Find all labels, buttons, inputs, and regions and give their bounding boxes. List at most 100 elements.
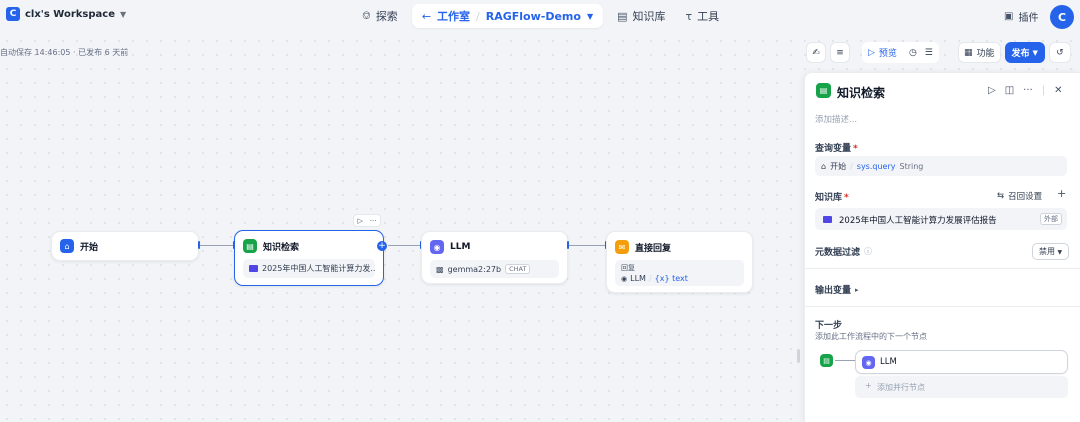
output-variables-toggle[interactable]: 输出变量 ▸ <box>815 283 859 297</box>
grid-icon: ▦ <box>964 47 973 58</box>
plugins-button[interactable]: ▣ 插件 <box>1004 9 1038 24</box>
app-name[interactable]: RAGFlow-Demo <box>486 10 581 23</box>
separator: | <box>1041 85 1046 96</box>
next-step-connector <box>835 360 855 361</box>
separator: / <box>648 274 652 283</box>
features-label: 功能 <box>976 49 995 59</box>
edge-knowledge-llm <box>388 245 421 246</box>
plus-icon: + <box>865 381 872 390</box>
main-nav: ⎊ 探索 ← 工作室 / RAGFlow-Demo ▼ ▤ 知识库 τ 工具 <box>352 4 729 28</box>
publish-button[interactable]: 发布 ▼ <box>1004 42 1045 63</box>
folder-icon <box>249 265 258 272</box>
nav-knowledge[interactable]: ▤ 知识库 <box>607 4 675 28</box>
workspace-logo: C <box>6 7 20 21</box>
add-node-icon[interactable]: + <box>377 241 387 251</box>
metadata-filter-select[interactable]: 禁用 ▼ <box>1032 243 1070 260</box>
workspace-switcher[interactable]: C clx's Workspace ▼ <box>6 7 126 21</box>
edge-start-knowledge <box>199 245 235 246</box>
nav-explore-label: 探索 <box>375 10 398 23</box>
publish-label: 发布 <box>1011 49 1030 59</box>
divider <box>805 268 1080 269</box>
kb-item-name: 2025年中国人工智能计算力发展评估报告 <box>839 216 997 226</box>
features-button[interactable]: ▦ 功能 <box>958 42 1001 63</box>
node-answer-body: 回复 ◉ LLM / {x} text <box>615 260 744 286</box>
play-icon: ▷ <box>868 47 875 58</box>
info-icon: ⓘ <box>864 247 873 256</box>
chevron-down-icon: ▼ <box>120 9 127 19</box>
dataset-name: 2025年中国人工智能计算力发... <box>262 264 375 273</box>
query-variable-text: 查询变量 <box>815 144 852 154</box>
panel-resize-handle[interactable] <box>797 349 800 363</box>
plugins-label: 插件 <box>1018 13 1039 24</box>
chevron-down-icon: ▼ <box>586 11 594 21</box>
kb-label: 知识库 * <box>815 190 849 203</box>
node-knowledge[interactable]: ▤ 知识检索 2025年中国人工智能计算力发... <box>234 230 384 286</box>
start-output-handle[interactable] <box>198 241 200 249</box>
metadata-filter-label: 元数据过滤 ⓘ <box>815 245 872 258</box>
recall-settings-button[interactable]: ⇆ 召回设置 <box>997 190 1042 202</box>
kb-item[interactable]: 2025年中国人工智能计算力发展评估报告 外部 <box>815 208 1067 230</box>
add-parallel-node-button[interactable]: + 添加并行节点 <box>855 376 1068 398</box>
more-icon[interactable]: ··· <box>1023 85 1033 96</box>
nav-tools-label: 工具 <box>697 10 720 23</box>
recall-settings-label: 召回设置 <box>1008 192 1043 202</box>
model-mode-badge: CHAT <box>505 264 531 274</box>
close-icon[interactable]: ✕ <box>1054 85 1062 96</box>
node-mini-toolbar: ▷ ··· <box>353 214 381 227</box>
required-mark: * <box>853 144 858 154</box>
description-input[interactable]: 添加描述... <box>815 113 857 125</box>
node-llm-title: LLM <box>450 242 471 252</box>
nav-tools[interactable]: τ 工具 <box>676 4 730 28</box>
query-variable-chip: ⌂ 开始 / sys.query String <box>821 161 923 172</box>
query-node: 开始 <box>830 162 847 171</box>
nav-knowledge-label: 知识库 <box>632 10 666 23</box>
chevron-down-icon: ▼ <box>1057 249 1063 256</box>
add-parallel-label: 添加并行节点 <box>877 383 925 392</box>
nav-studio-label: 工作室 <box>437 10 471 23</box>
query-variable-label: 查询变量 * <box>815 141 858 154</box>
doc-icon[interactable]: ◫ <box>1005 85 1014 96</box>
avatar[interactable]: C <box>1050 5 1074 29</box>
answer-label: 回复 <box>621 264 635 272</box>
node-knowledge-title: 知识检索 <box>263 242 300 253</box>
llm-output-handle[interactable] <box>567 241 569 249</box>
query-type: String <box>899 162 924 171</box>
node-llm[interactable]: ◉ LLM ▩ gemma2:27b CHAT <box>421 231 568 284</box>
separator: / <box>850 162 853 171</box>
run-icon[interactable]: ▷ <box>988 85 996 96</box>
panel-actions: ▷ ◫ ··· | ✕ <box>988 85 1062 96</box>
output-variables-text: 输出变量 <box>815 286 852 296</box>
query-variable-field[interactable]: ⌂ 开始 / sys.query String <box>815 156 1067 176</box>
node-start[interactable]: ⌂ 开始 <box>51 231 199 261</box>
next-node-name: LLM <box>880 357 897 367</box>
workspace-name: clx's Workspace <box>25 8 115 20</box>
sliders-icon: ⇆ <box>997 191 1005 201</box>
answer-variable: {x} text <box>654 274 688 283</box>
node-start-title: 开始 <box>80 242 99 253</box>
home-icon: ⌂ <box>60 239 74 253</box>
node-llm-model: ▩ gemma2:27b CHAT <box>430 260 559 278</box>
env-icon[interactable]: ≡ <box>830 42 850 63</box>
nav-studio[interactable]: ← 工作室 / RAGFlow-Demo ▼ <box>411 4 604 28</box>
run-icon[interactable]: ▷ <box>357 217 362 225</box>
chat-icon[interactable]: ✍ <box>806 42 826 63</box>
model-name: gemma2:27b <box>447 264 502 274</box>
more-icon[interactable]: ··· <box>370 217 377 225</box>
history-icon[interactable]: ↺ <box>1048 42 1071 63</box>
compass-icon: ⎊ <box>362 9 371 22</box>
next-node-card[interactable]: ◉ LLM <box>855 350 1068 374</box>
panel-title[interactable]: 知识检索 <box>837 84 885 101</box>
book-icon: ▤ <box>617 9 628 23</box>
canvas-toolbar: ✍ ≡ <box>806 42 850 63</box>
hammer-icon: τ <box>685 9 693 23</box>
home-icon: ⌂ <box>821 162 827 171</box>
preview-label: 预览 <box>878 49 897 59</box>
next-step-title: 下一步 <box>815 321 843 331</box>
preview-button[interactable]: ▷ 预览 ◷ ☰ <box>862 42 939 63</box>
folder-icon <box>823 216 832 223</box>
add-kb-icon[interactable]: + <box>1057 187 1066 200</box>
list-icon: ☰ <box>924 47 933 58</box>
node-answer[interactable]: ✉ 直接回复 回复 ◉ LLM / {x} text <box>606 231 753 293</box>
nav-explore[interactable]: ⎊ 探索 <box>352 4 408 28</box>
required-mark: * <box>844 193 849 203</box>
